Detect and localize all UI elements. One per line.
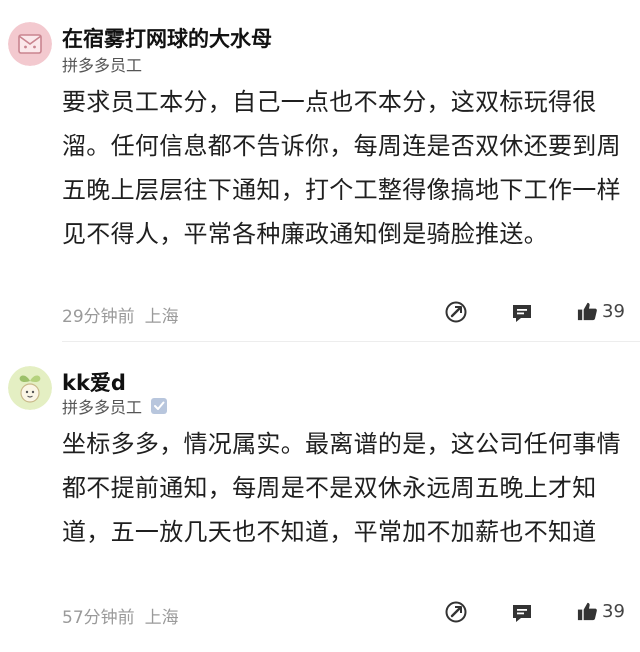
comment-text: 坐标多多，情况属实。最离谱的是，这公司任何事情都不提前通知，每周是不是双休永远周… bbox=[62, 430, 621, 546]
share-button[interactable] bbox=[444, 300, 468, 324]
comment-item: kk爱d 拼多多员工 坐标多多，情况属实。最离谱的是，这公司任何事情都不提前通知… bbox=[0, 352, 640, 652]
like-count: 39 bbox=[602, 601, 625, 622]
comment-meta: 29分钟前 上海 bbox=[62, 302, 179, 327]
comment-location: 上海 bbox=[144, 307, 179, 327]
reply-button[interactable] bbox=[510, 601, 534, 625]
comment-meta: 57分钟前 上海 bbox=[62, 603, 179, 628]
comment-time: 29分钟前 bbox=[62, 307, 135, 327]
comment-item: 在宿雾打网球的大水母 拼多多员工 要求员工本分，自己一点也不本分，这双标玩得很溜… bbox=[0, 0, 640, 340]
avatar[interactable] bbox=[8, 22, 52, 66]
username[interactable]: kk爱d bbox=[62, 367, 126, 397]
org-label: 拼多多员工 bbox=[62, 398, 143, 417]
thumbs-up-icon bbox=[577, 302, 597, 321]
share-button[interactable] bbox=[444, 600, 468, 624]
sprout-face-avatar-icon bbox=[8, 366, 52, 410]
avatar[interactable] bbox=[8, 366, 52, 410]
reply-button[interactable] bbox=[510, 301, 534, 325]
share-icon bbox=[445, 601, 467, 623]
thumbs-up-icon bbox=[577, 602, 597, 621]
share-icon bbox=[445, 301, 467, 323]
like-count: 39 bbox=[602, 301, 625, 322]
comment-divider bbox=[62, 341, 640, 342]
comment-time: 57分钟前 bbox=[62, 608, 135, 628]
like-button[interactable]: 39 bbox=[576, 600, 625, 623]
comment-location: 上海 bbox=[144, 608, 179, 628]
org-label: 拼多多员工 bbox=[62, 56, 143, 75]
user-affiliation: 拼多多员工 bbox=[62, 52, 142, 76]
like-button[interactable]: 39 bbox=[576, 300, 625, 323]
comment-text: 要求员工本分，自己一点也不本分，这双标玩得很溜。任何信息都不告诉你，每周连是否双… bbox=[62, 88, 621, 248]
comment-icon bbox=[513, 305, 531, 322]
comment-icon bbox=[513, 605, 531, 622]
user-affiliation: 拼多多员工 bbox=[62, 394, 168, 418]
envelope-face-avatar-icon bbox=[8, 22, 52, 66]
username[interactable]: 在宿雾打网球的大水母 bbox=[62, 23, 272, 53]
verified-badge-icon bbox=[151, 398, 168, 414]
